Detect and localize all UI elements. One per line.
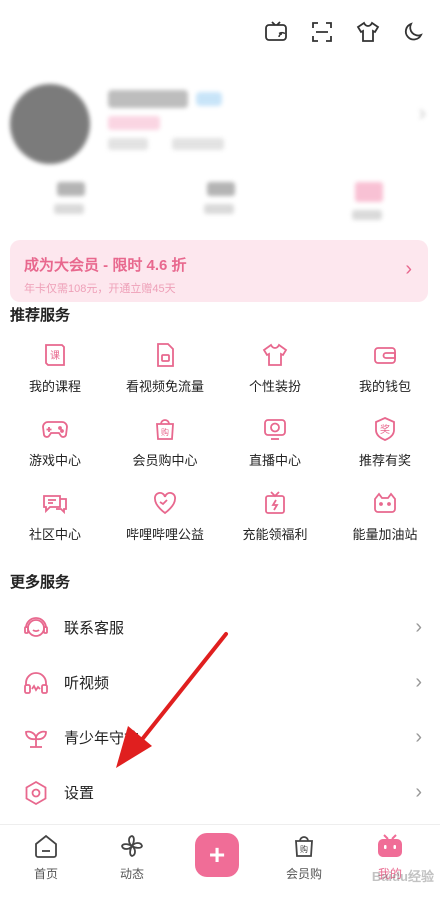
energy-gift-icon [260,488,290,518]
list-item-label: 听视频 [64,675,110,692]
stat-blurred[interactable] [204,182,238,222]
profile-section[interactable]: › [10,78,430,238]
service-label: 个性装扮 [248,379,301,394]
headphones-icon [22,669,50,697]
charity-heart-icon [150,488,180,518]
customer-service-icon [22,614,50,642]
service-live-center[interactable]: 直播中心 [220,404,330,478]
service-mall-center[interactable]: 购 会员购中心 [110,404,220,478]
settings-icon [22,779,50,807]
tab-mall[interactable]: 购 会员购 [274,833,334,882]
vip-banner[interactable]: 成为大会员 - 限时 4.6 折 年卡仅需108元，开通立赠45天 › [10,240,428,302]
info-blurred [108,138,148,150]
level-badge-blurred [196,92,222,106]
vip-subtitle: 年卡仅需108元，开通立赠45天 [24,283,176,295]
service-my-course[interactable]: 课 我的课程 [0,330,110,404]
section-title-recommended: 推荐服务 [10,307,71,324]
top-toolbar [262,18,428,46]
outfit-icon [260,340,290,370]
avatar[interactable] [10,84,90,164]
chevron-right-icon: › [415,781,422,803]
service-energy-welfare[interactable]: 充能领福利 [220,478,330,552]
info-blurred [172,138,224,150]
chevron-right-icon: › [415,616,422,638]
service-label: 社区中心 [28,527,81,542]
svg-text:购: 购 [161,427,169,437]
live-tv-icon [260,414,290,444]
service-label: 哔哩哔哩公益 [125,527,204,542]
recommended-services-grid: 课 我的课程 看视频免流量 个性装扮 我的钱包 游戏中心 购 会员购中心 直播中… [0,330,440,552]
course-book-icon: 课 [40,340,70,370]
tab-dynamic[interactable]: 动态 [102,833,162,882]
bottom-tab-bar: 首页 动态 + 购 会员购 我的 [0,824,440,899]
username-blurred [108,90,188,108]
stat-blurred[interactable] [54,182,88,222]
tv-cast-icon[interactable] [262,18,290,46]
profile-chevron-icon: › [418,100,426,125]
chevron-right-icon: › [415,671,422,693]
svg-text:购: 购 [300,844,308,854]
energy-station-icon [370,488,400,518]
sim-card-icon [150,340,180,370]
publish-plus-button[interactable]: + [195,833,239,877]
service-outfit[interactable]: 个性装扮 [220,330,330,404]
tab-label: 动态 [119,867,144,881]
home-icon [35,834,57,858]
tab-label: 首页 [33,867,58,881]
scan-icon[interactable] [308,18,336,46]
watermark: Baidu经验 [371,869,434,884]
list-item-customer-service[interactable]: 联系客服 › [0,600,440,655]
service-label: 推荐有奖 [358,453,411,468]
chat-bubbles-icon [40,488,70,518]
stat-blurred[interactable] [352,182,386,222]
shopping-bag-icon: 购 [150,414,180,444]
vip-title: 成为大会员 - 限时 4.6 折 [24,257,187,274]
service-label: 能量加油站 [352,527,418,542]
chevron-right-icon: › [415,726,422,748]
chevron-right-icon: › [405,258,412,280]
list-item-youth-mode[interactable]: 青少年守护 › [0,710,440,765]
tab-home[interactable]: 首页 [16,833,76,882]
service-label: 直播中心 [248,453,301,468]
gamepad-icon [40,414,70,444]
reward-badge-icon: 奖 [370,414,400,444]
service-label: 会员购中心 [132,453,198,468]
svg-text:奖: 奖 [380,423,390,436]
service-wallet[interactable]: 我的钱包 [330,330,440,404]
tv-mascot-icon [378,834,402,857]
vip-tag-blurred [108,116,160,130]
pinwheel-icon [121,835,143,857]
service-game-center[interactable]: 游戏中心 [0,404,110,478]
service-charity[interactable]: 哔哩哔哩公益 [110,478,220,552]
service-label: 游戏中心 [28,453,81,468]
service-referral[interactable]: 奖 推荐有奖 [330,404,440,478]
list-item-label: 青少年守护 [64,730,140,747]
list-item-label: 联系客服 [64,620,125,637]
service-community[interactable]: 社区中心 [0,478,110,552]
svg-text:课: 课 [50,350,60,362]
service-free-data[interactable]: 看视频免流量 [110,330,220,404]
more-services-list: 联系客服 › 听视频 › 青少年守护 › 设置 › [0,600,440,820]
list-item-listen-video[interactable]: 听视频 › [0,655,440,710]
list-item-label: 设置 [64,785,95,802]
list-item-settings[interactable]: 设置 › [0,765,440,820]
service-label: 我的钱包 [358,379,411,394]
service-energy-station[interactable]: 能量加油站 [330,478,440,552]
tab-label: 会员购 [285,867,322,881]
night-mode-icon[interactable] [400,18,428,46]
service-label: 我的课程 [28,379,81,394]
youth-sprout-icon [22,724,50,752]
service-label: 看视频免流量 [125,379,204,394]
service-label: 充能领福利 [242,527,308,542]
wallet-icon [370,340,400,370]
tshirt-icon[interactable] [354,18,382,46]
section-title-more: 更多服务 [10,574,71,591]
shopping-bag-icon: 购 [295,836,313,857]
